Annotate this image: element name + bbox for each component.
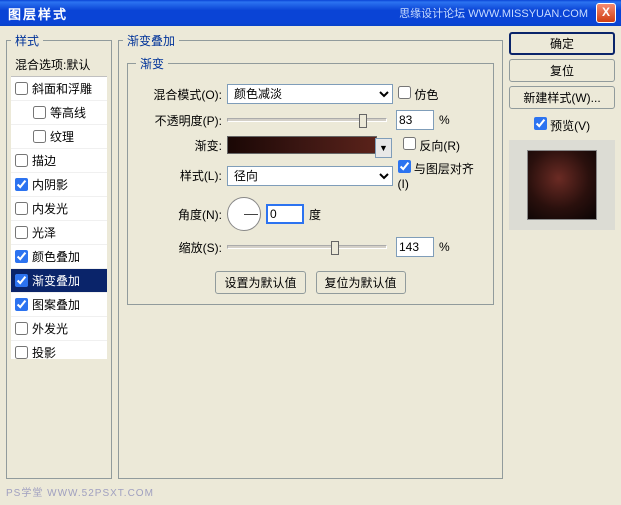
angle-dial[interactable] <box>227 197 261 231</box>
gradient-overlay-panel: 渐变叠加 渐变 混合模式(O): 颜色减淡 仿色 不透明度(P): % <box>118 32 503 479</box>
style-item-1[interactable]: 等高线 <box>11 101 107 125</box>
reverse-checkbox[interactable] <box>403 137 416 150</box>
style-checkbox[interactable] <box>15 226 28 239</box>
style-label: 光泽 <box>32 224 56 241</box>
preview-option[interactable]: 预览(V) <box>509 117 615 134</box>
opacity-label: 不透明度(P): <box>136 112 222 129</box>
preview-checkbox[interactable] <box>534 117 547 130</box>
gradient-inner-legend: 渐变 <box>136 55 168 72</box>
new-style-button[interactable]: 新建样式(W)... <box>509 86 615 109</box>
blend-label: 混合模式(O): <box>136 86 222 103</box>
style-label: 等高线 <box>50 104 86 121</box>
opacity-input[interactable] <box>396 110 434 130</box>
style-label: 描边 <box>32 152 56 169</box>
style-label: 渐变叠加 <box>32 272 80 289</box>
style-label: 外发光 <box>32 320 68 337</box>
close-icon[interactable]: X <box>596 3 616 23</box>
style-item-9[interactable]: 图案叠加 <box>11 293 107 317</box>
style-item-10[interactable]: 外发光 <box>11 317 107 341</box>
style-checkbox[interactable] <box>33 130 46 143</box>
style-checkbox[interactable] <box>15 298 28 311</box>
gradient-inner: 渐变 混合模式(O): 颜色减淡 仿色 不透明度(P): % 渐变: <box>127 55 494 305</box>
scale-label: 缩放(S): <box>136 239 222 256</box>
style-item-4[interactable]: 内阴影 <box>11 173 107 197</box>
style-label: 投影 <box>32 344 56 359</box>
opacity-slider[interactable] <box>227 118 387 122</box>
style-item-0[interactable]: 斜面和浮雕 <box>11 77 107 101</box>
style-item-3[interactable]: 描边 <box>11 149 107 173</box>
style-select[interactable]: 径向 <box>227 166 393 186</box>
blend-options-header[interactable]: 混合选项:默认 <box>11 53 107 77</box>
gradient-label: 渐变: <box>136 137 222 154</box>
style-checkbox[interactable] <box>33 106 46 119</box>
dither-checkbox[interactable] <box>398 86 411 99</box>
scale-slider[interactable] <box>227 245 387 249</box>
blend-select[interactable]: 颜色减淡 <box>227 84 393 104</box>
style-label: 颜色叠加 <box>32 248 80 265</box>
style-item-6[interactable]: 光泽 <box>11 221 107 245</box>
align-option[interactable]: 与图层对齐(I) <box>398 160 486 191</box>
gradient-legend: 渐变叠加 <box>123 32 179 49</box>
preview-thumbnail <box>527 150 597 220</box>
style-item-11[interactable]: 投影 <box>11 341 107 359</box>
angle-input[interactable] <box>266 204 304 224</box>
preview-container <box>509 140 615 230</box>
reverse-option[interactable]: 反向(R) <box>403 137 460 154</box>
style-item-7[interactable]: 颜色叠加 <box>11 245 107 269</box>
ok-button[interactable]: 确定 <box>509 32 615 55</box>
cancel-button[interactable]: 复位 <box>509 59 615 82</box>
set-default-button[interactable]: 设置为默认值 <box>215 271 305 294</box>
style-item-5[interactable]: 内发光 <box>11 197 107 221</box>
style-label: 样式(L): <box>136 167 222 184</box>
angle-label: 角度(N): <box>136 206 222 223</box>
window-title: 图层样式 <box>8 4 68 23</box>
style-checkbox[interactable] <box>15 154 28 167</box>
style-checkbox[interactable] <box>15 250 28 263</box>
style-checkbox[interactable] <box>15 346 28 359</box>
gradient-swatch[interactable] <box>227 136 377 154</box>
dither-option[interactable]: 仿色 <box>398 86 438 103</box>
credit-text: 思缘设计论坛 WWW.MISSYUAN.COM <box>399 5 588 21</box>
style-item-8[interactable]: 渐变叠加 <box>11 269 107 293</box>
style-checkbox[interactable] <box>15 322 28 335</box>
style-label: 纹理 <box>50 128 74 145</box>
style-label: 斜面和浮雕 <box>32 80 92 97</box>
reset-default-button[interactable]: 复位为默认值 <box>316 271 406 294</box>
styles-legend: 样式 <box>11 32 43 49</box>
style-label: 图案叠加 <box>32 296 80 313</box>
style-checkbox[interactable] <box>15 178 28 191</box>
style-label: 内发光 <box>32 200 68 217</box>
styles-panel: 样式 混合选项:默认斜面和浮雕等高线纹理描边内阴影内发光光泽颜色叠加渐变叠加图案… <box>6 32 112 479</box>
watermark: PS学堂 WWW.52PSXT.COM <box>6 484 154 499</box>
style-checkbox[interactable] <box>15 82 28 95</box>
style-checkbox[interactable] <box>15 202 28 215</box>
scale-input[interactable] <box>396 237 434 257</box>
align-checkbox[interactable] <box>398 160 411 173</box>
style-checkbox[interactable] <box>15 274 28 287</box>
style-item-2[interactable]: 纹理 <box>11 125 107 149</box>
style-label: 内阴影 <box>32 176 68 193</box>
